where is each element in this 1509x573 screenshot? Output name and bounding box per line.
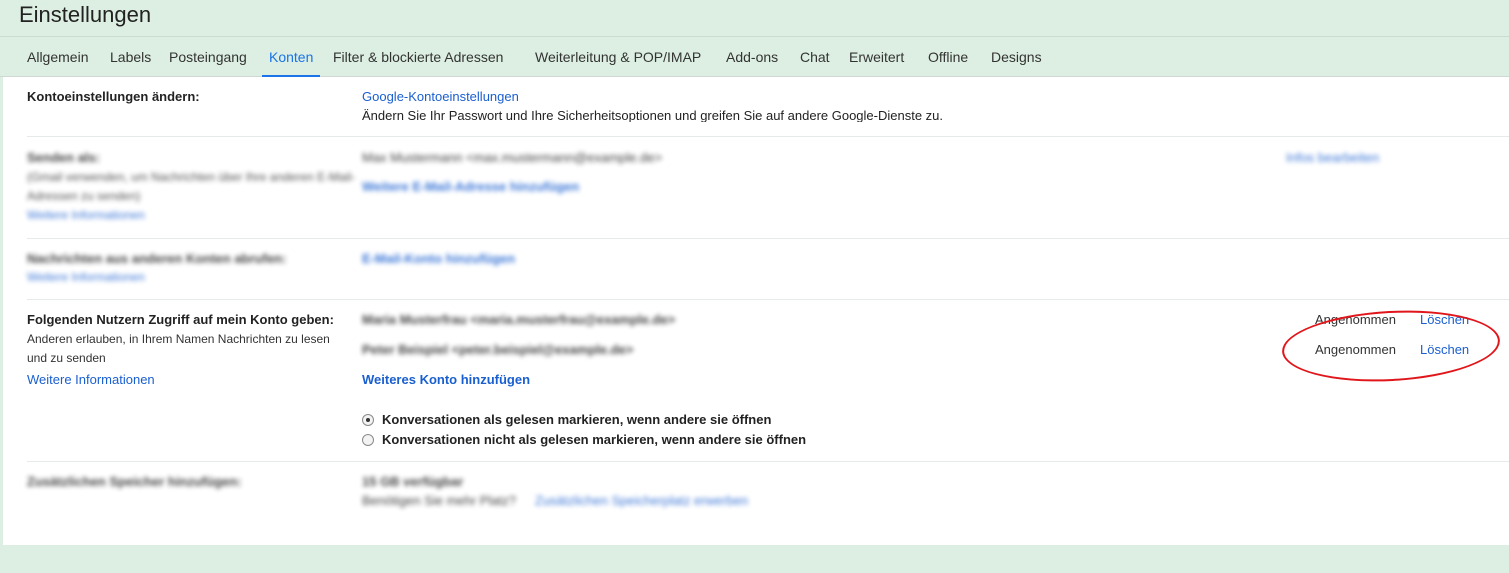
delegate-status: Angenommen bbox=[1315, 312, 1396, 327]
buy-storage-link[interactable]: Zusätzlichen Speicherplatz erwerben bbox=[535, 493, 748, 508]
tab-konten[interactable]: Konten bbox=[262, 37, 321, 77]
radio-button[interactable] bbox=[362, 433, 374, 446]
tab-filter[interactable]: Filter & blockierte Adressen bbox=[333, 37, 503, 77]
send-as-label: Senden als: bbox=[27, 150, 100, 165]
section-divider bbox=[27, 461, 1509, 462]
section-divider bbox=[27, 299, 1509, 300]
footer-background bbox=[0, 545, 1509, 573]
send-as-description-2: Adressen zu senden) bbox=[27, 189, 141, 203]
check-mail-label: Nachrichten aus anderen Konten abrufen: bbox=[27, 251, 287, 266]
check-mail-more-info-link[interactable]: Weitere Informationen bbox=[27, 270, 145, 284]
tab-designs[interactable]: Designs bbox=[991, 37, 1042, 77]
add-email-address-link[interactable]: Weitere E-Mail-Adresse hinzufügen bbox=[362, 179, 579, 194]
delete-delegate-link[interactable]: Löschen bbox=[1420, 312, 1469, 327]
storage-label: Zusätzlichen Speicher hinzufügen: bbox=[27, 474, 242, 489]
tab-offline[interactable]: Offline bbox=[928, 37, 968, 77]
tab-weiterleitung[interactable]: Weiterleitung & POP/IMAP bbox=[535, 37, 701, 77]
mark-read-option-label: Konversationen als gelesen markieren, we… bbox=[382, 412, 772, 427]
send-as-description-1: (Gmail verwenden, um Nachrichten über Ih… bbox=[27, 170, 356, 184]
add-account-link[interactable]: Weiteres Konto hinzufügen bbox=[362, 372, 530, 387]
send-as-more-info-link[interactable]: Weitere Informationen bbox=[27, 208, 145, 222]
delegation-description-1: Anderen erlauben, in Ihrem Namen Nachric… bbox=[27, 332, 330, 346]
settings-panel: Kontoeinstellungen ändern: Google-Kontoe… bbox=[3, 77, 1509, 545]
delegation-more-info-link[interactable]: Weitere Informationen bbox=[27, 372, 155, 387]
delegation-description-2: und zu senden bbox=[27, 351, 106, 365]
settings-tab-bar: Allgemein Labels Posteingang Konten Filt… bbox=[0, 36, 1509, 77]
tab-posteingang[interactable]: Posteingang bbox=[169, 37, 247, 77]
account-settings-label: Kontoeinstellungen ändern: bbox=[27, 89, 200, 104]
google-account-settings-link[interactable]: Google-Kontoeinstellungen bbox=[362, 89, 519, 104]
storage-question: Benötigen Sie mehr Platz? bbox=[362, 493, 516, 508]
section-divider bbox=[27, 136, 1509, 137]
section-divider bbox=[27, 238, 1509, 239]
tab-allgemein[interactable]: Allgemein bbox=[27, 37, 88, 77]
tab-add-ons[interactable]: Add-ons bbox=[726, 37, 778, 77]
delegate-name: Peter Beispiel <peter.beispiel@example.d… bbox=[362, 342, 634, 357]
tab-chat[interactable]: Chat bbox=[800, 37, 830, 77]
radio-button-checked[interactable] bbox=[362, 413, 374, 426]
edit-info-link[interactable]: Infos bearbeiten bbox=[1286, 150, 1379, 165]
tab-erweitert[interactable]: Erweitert bbox=[849, 37, 904, 77]
mark-unread-option-label: Konversationen nicht als gelesen markier… bbox=[382, 432, 807, 447]
account-settings-description: Ändern Sie Ihr Passwort und Ihre Sicherh… bbox=[362, 108, 944, 122]
delete-delegate-link[interactable]: Löschen bbox=[1420, 342, 1469, 357]
storage-usage: 15 GB verfügbar bbox=[362, 474, 464, 489]
delegate-name: Maria Musterfrau <maria.musterfrau@examp… bbox=[362, 312, 676, 327]
page-title: Einstellungen bbox=[19, 2, 152, 27]
add-mail-account-link[interactable]: E-Mail-Konto hinzufügen bbox=[362, 251, 515, 266]
delegation-label: Folgenden Nutzern Zugriff auf mein Konto… bbox=[27, 312, 334, 327]
send-as-address: Max Mustermann <max.mustermann@example.d… bbox=[362, 150, 663, 165]
tab-labels[interactable]: Labels bbox=[110, 37, 151, 77]
mark-unread-option[interactable]: Konversationen nicht als gelesen markier… bbox=[362, 432, 806, 447]
mark-read-option[interactable]: Konversationen als gelesen markieren, we… bbox=[362, 412, 771, 427]
delegate-status: Angenommen bbox=[1315, 342, 1396, 357]
